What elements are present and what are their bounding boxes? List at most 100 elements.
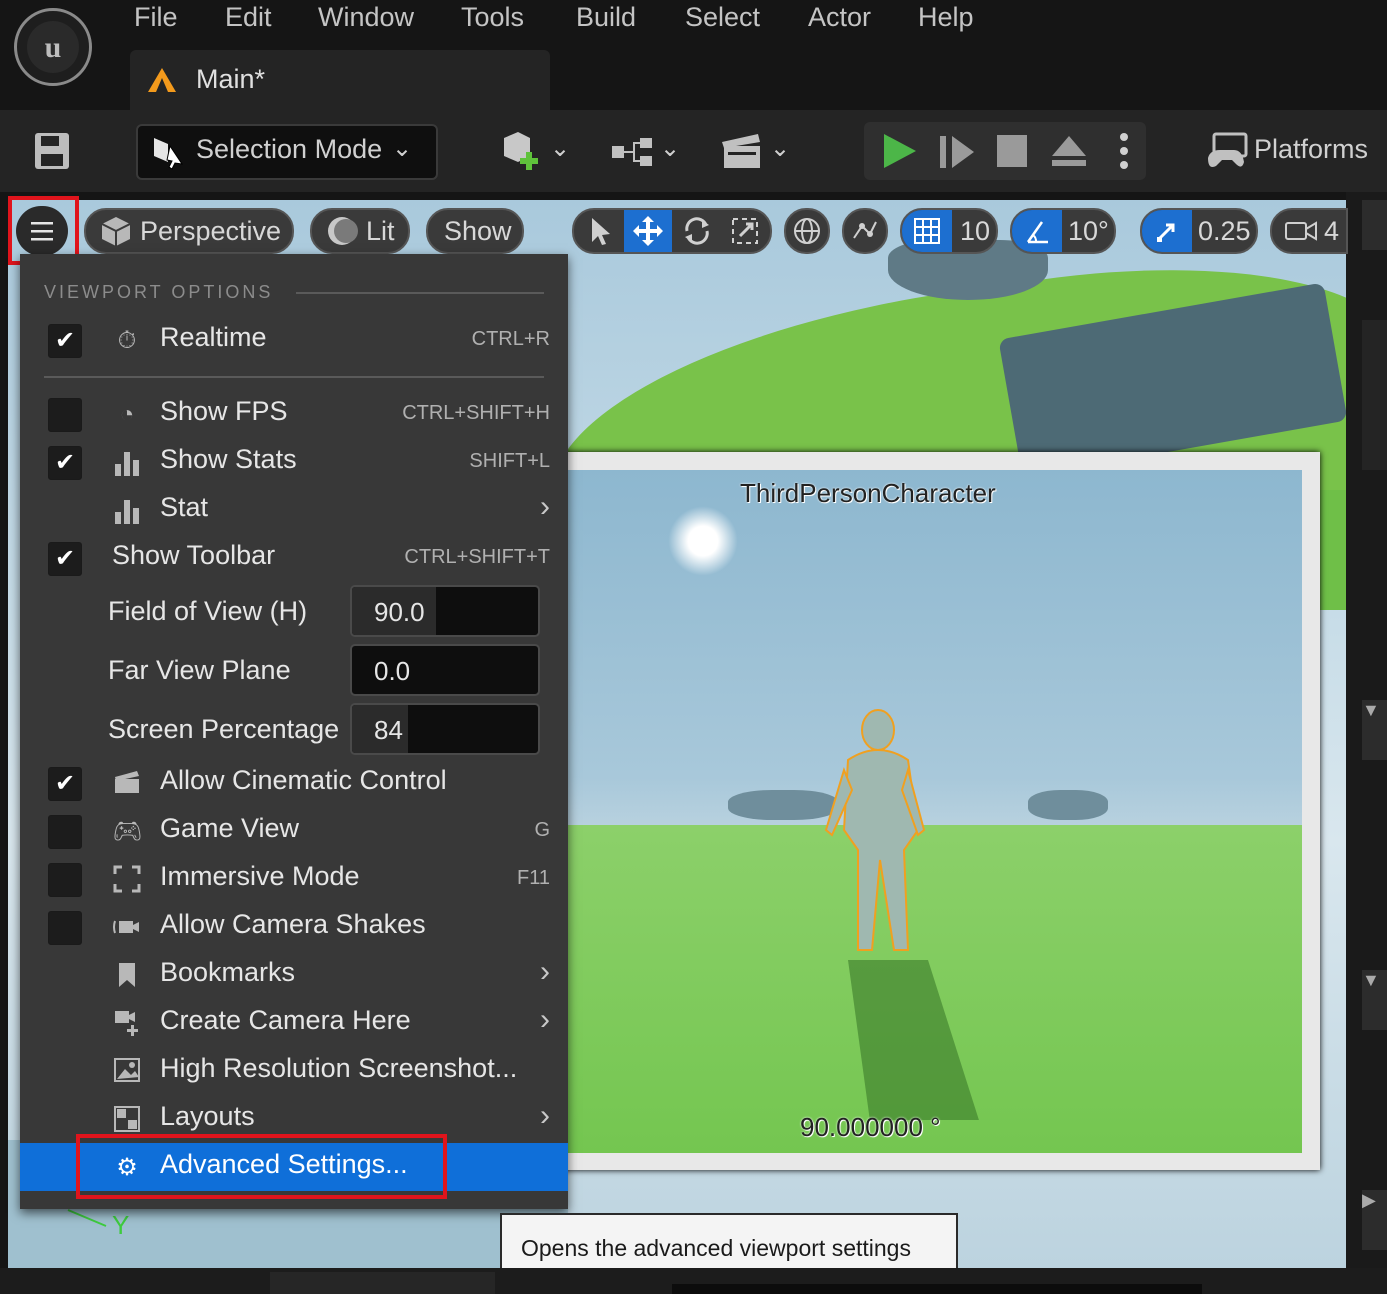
select-arrow-icon[interactable] <box>588 216 614 246</box>
blueprint-chevron-icon[interactable]: ⌄ <box>660 134 680 163</box>
fov-input[interactable]: 90.0 <box>350 585 540 637</box>
perspective-label: Perspective <box>140 215 282 246</box>
game-view-checkbox[interactable] <box>48 815 82 849</box>
add-camera-icon <box>112 1009 142 1039</box>
axis-y-label: Y <box>112 1210 130 1240</box>
show-fps-checkbox[interactable] <box>48 398 82 432</box>
cinematics-icon[interactable] <box>720 130 764 170</box>
sun <box>668 506 738 576</box>
menu-item-show-stats[interactable]: ✔ Show Stats SHIFT+L <box>20 438 568 486</box>
camera-preview <box>568 470 1302 1153</box>
rotation-snap-button[interactable]: 10° <box>1010 208 1116 254</box>
menu-item-create-camera-here[interactable]: Create Camera Here › <box>20 999 568 1047</box>
far-view-plane-input[interactable]: 0.0 <box>350 644 540 696</box>
allow-camera-shakes-checkbox[interactable] <box>48 911 82 945</box>
scale-snap-button[interactable]: 0.25 <box>1140 208 1258 254</box>
bottom-tab[interactable] <box>270 1272 495 1294</box>
fullscreen-icon <box>112 865 142 895</box>
grid-icon <box>914 218 940 244</box>
platforms-label[interactable]: Platforms <box>1254 134 1368 165</box>
submenu-arrow-icon: › <box>540 955 550 988</box>
surface-snap-toggle[interactable] <box>842 208 888 254</box>
more-options-icon[interactable] <box>1118 132 1130 170</box>
menu-build[interactable]: Build <box>576 2 636 33</box>
allow-cinematic-control-checkbox[interactable]: ✔ <box>48 767 82 801</box>
blueprint-icon[interactable] <box>610 136 656 168</box>
menu-item-game-view[interactable]: 🎮︎ Game View G <box>20 807 568 855</box>
show-fps-shortcut: CTRL+SHIFT+H <box>402 402 550 424</box>
eject-icon[interactable] <box>1050 134 1088 168</box>
step-icon[interactable] <box>938 134 976 170</box>
preview-fov-readout: 90.000000 ° <box>800 1112 941 1142</box>
add-actor-icon[interactable] <box>500 130 546 172</box>
viewport-options-menu: VIEWPORT OPTIONS ✔ ⏱ Realtime CTRL+R ◔ S… <box>20 254 568 1209</box>
save-icon[interactable] <box>34 132 70 170</box>
collapse-arrow-icon[interactable]: ▼ <box>1362 700 1387 760</box>
far-view-plane-label: Far View Plane <box>108 655 291 685</box>
expand-arrow-icon[interactable]: ▶ <box>1362 1190 1387 1250</box>
bar-chart-icon <box>112 448 142 478</box>
show-stats-label: Show Stats <box>160 444 297 474</box>
menu-item-show-fps[interactable]: ◔ Show FPS CTRL+SHIFT+H <box>20 390 568 438</box>
menu-actor[interactable]: Actor <box>808 2 871 33</box>
lit-sphere-icon <box>328 217 358 245</box>
level-icon <box>148 68 176 92</box>
camera-speed-value: 4 <box>1324 215 1340 246</box>
camera-speed-button[interactable]: 4 <box>1270 208 1348 254</box>
fov-label: Field of View (H) <box>108 596 308 626</box>
scale-icon[interactable] <box>730 216 760 246</box>
collapse-arrow-icon[interactable]: ▼ <box>1362 970 1387 1030</box>
create-camera-here-label: Create Camera Here <box>160 1005 411 1035</box>
realtime-checkbox[interactable]: ✔ <box>48 324 82 358</box>
menu-window[interactable]: Window <box>318 2 414 33</box>
bookmarks-label: Bookmarks <box>160 957 296 987</box>
rotation-snap-toggle[interactable] <box>1012 210 1062 252</box>
menu-file[interactable]: File <box>134 2 178 33</box>
camera-shake-icon <box>112 913 142 943</box>
show-stats-shortcut: SHIFT+L <box>469 450 550 472</box>
play-icon[interactable] <box>880 132 918 170</box>
lit-button[interactable]: Lit <box>310 208 410 254</box>
rotate-icon[interactable] <box>682 216 712 246</box>
add-actor-chevron-icon[interactable]: ⌄ <box>550 134 570 163</box>
show-toolbar-shortcut: CTRL+SHIFT+T <box>404 546 550 568</box>
menu-item-realtime[interactable]: ✔ ⏱ Realtime CTRL+R <box>20 316 568 364</box>
console-input[interactable] <box>672 1284 1202 1294</box>
menu-edit[interactable]: Edit <box>225 2 272 33</box>
perspective-button[interactable]: Perspective <box>84 208 294 254</box>
cinematics-chevron-icon[interactable]: ⌄ <box>770 134 790 163</box>
stop-icon[interactable] <box>996 134 1028 168</box>
unreal-logo-icon[interactable]: u <box>14 8 92 86</box>
grid-snap-toggle[interactable] <box>902 210 952 252</box>
screen-percentage-value: 84 <box>374 715 403 745</box>
move-tool-button[interactable] <box>624 210 672 252</box>
grid-snap-button[interactable]: 10 <box>900 208 998 254</box>
game-view-label: Game View <box>160 813 300 843</box>
scale-snap-value: 0.25 <box>1198 215 1251 246</box>
immersive-mode-checkbox[interactable] <box>48 863 82 897</box>
menu-item-immersive-mode[interactable]: Immersive Mode F11 <box>20 855 568 903</box>
menu-item-bookmarks[interactable]: Bookmarks › <box>20 951 568 999</box>
menu-item-stat[interactable]: Stat › <box>20 486 568 534</box>
show-stats-checkbox[interactable]: ✔ <box>48 446 82 480</box>
menu-select[interactable]: Select <box>685 2 760 33</box>
submenu-arrow-icon: › <box>540 1099 550 1132</box>
scale-snap-toggle[interactable] <box>1142 210 1192 252</box>
screen-percentage-input[interactable]: 84 <box>350 703 540 755</box>
menu-item-allow-camera-shakes[interactable]: Allow Camera Shakes <box>20 903 568 951</box>
edit-icon[interactable] <box>1362 200 1387 250</box>
cube-icon <box>101 217 131 246</box>
menu-help[interactable]: Help <box>918 2 974 33</box>
level-tab[interactable] <box>130 50 550 110</box>
world-local-toggle[interactable] <box>784 208 830 254</box>
show-toolbar-checkbox[interactable]: ✔ <box>48 542 82 576</box>
menu-item-show-toolbar[interactable]: ✔ Show Toolbar CTRL+SHIFT+T <box>20 534 568 582</box>
menu-tools[interactable]: Tools <box>461 2 524 33</box>
platforms-icon[interactable] <box>1206 132 1248 172</box>
menu-item-high-res-screenshot[interactable]: High Resolution Screenshot... <box>20 1047 568 1095</box>
screen-percentage-label: Screen Percentage <box>108 714 340 744</box>
game-view-shortcut: G <box>534 819 550 841</box>
show-button[interactable]: Show <box>426 208 524 254</box>
menu-item-allow-cinematic-control[interactable]: ✔ Allow Cinematic Control <box>20 759 568 807</box>
layouts-label: Layouts <box>160 1101 255 1131</box>
